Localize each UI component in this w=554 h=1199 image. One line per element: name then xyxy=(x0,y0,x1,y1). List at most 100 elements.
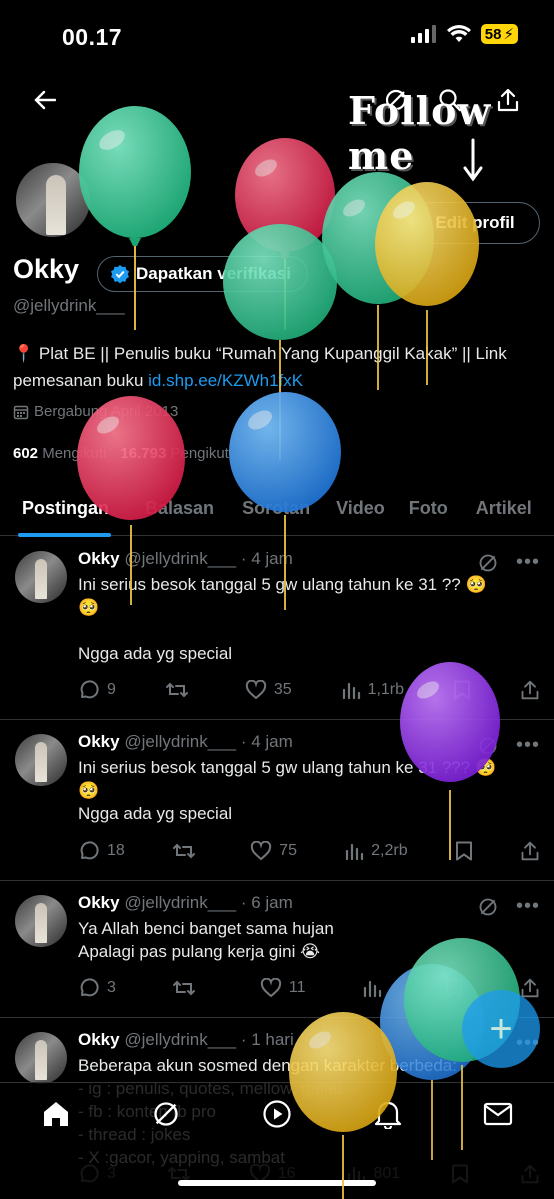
post-author[interactable]: Okky xyxy=(78,549,120,568)
repost-icon xyxy=(165,682,188,698)
search-nav-icon xyxy=(154,1101,179,1126)
post-header-actions: ••• xyxy=(478,895,540,918)
repost-button[interactable] xyxy=(165,680,196,700)
share-post-button[interactable] xyxy=(520,680,540,700)
nav-messages[interactable] xyxy=(483,1101,513,1132)
profile-handle: @jellydrink___ xyxy=(13,296,125,315)
like-count: 75 xyxy=(279,842,297,859)
views-button[interactable]: 2,2rb xyxy=(344,841,408,861)
views-button[interactable] xyxy=(362,978,389,998)
post-text[interactable]: Ini serius besok tanggal 5 gw ulang tahu… xyxy=(78,756,539,825)
mail-icon xyxy=(484,1102,513,1125)
reply-button[interactable]: 3 xyxy=(78,977,116,999)
bookmark-icon xyxy=(455,841,472,861)
nav-home[interactable] xyxy=(41,1099,71,1134)
like-button[interactable]: 11 xyxy=(260,978,306,998)
reply-button[interactable]: 9 xyxy=(78,679,116,701)
status-icons: 58 ⚡ xyxy=(410,24,518,44)
like-button[interactable]: 75 xyxy=(250,841,297,861)
post-author[interactable]: Okky xyxy=(78,893,120,912)
post-text[interactable]: Ini serius besok tanggal 5 gw ulang tahu… xyxy=(78,573,539,665)
profile-name: Okky xyxy=(13,254,80,284)
post-handle: @jellydrink___ xyxy=(124,1030,237,1049)
status-time: 00.17 xyxy=(62,24,123,50)
repost-button[interactable] xyxy=(172,978,203,998)
share-post-button[interactable] xyxy=(520,978,540,998)
tab-postingan[interactable]: Postingan xyxy=(0,480,129,537)
tab-balasan[interactable]: Balasan xyxy=(129,480,228,536)
grok-icon[interactable] xyxy=(478,897,498,917)
bell-icon xyxy=(374,1101,401,1130)
repost-icon xyxy=(172,843,195,859)
post-time: · 4 jam xyxy=(240,732,293,751)
post-avatar[interactable] xyxy=(15,1032,67,1084)
tab-artikel[interactable]: Artikel xyxy=(462,480,546,536)
tab-sorotan[interactable]: Sorotan xyxy=(228,480,324,536)
bookmark-icon xyxy=(453,680,470,700)
nav-video[interactable] xyxy=(262,1099,292,1134)
bookmark-icon xyxy=(446,978,463,998)
bookmark-button[interactable] xyxy=(455,841,473,861)
grok-icon[interactable] xyxy=(478,553,498,573)
post-avatar[interactable] xyxy=(15,895,67,947)
back-arrow-icon xyxy=(34,90,56,110)
post-text[interactable]: Ya Allah benci banget sama hujan Apalagi… xyxy=(78,917,539,963)
view-count: 1,1rb xyxy=(367,681,405,698)
post-handle: @jellydrink___ xyxy=(124,893,237,912)
play-icon xyxy=(263,1099,291,1128)
wifi-icon xyxy=(446,25,471,42)
edit-profile-button[interactable]: Edit profil xyxy=(410,202,540,244)
battery-level: 58 xyxy=(484,25,502,43)
like-icon xyxy=(260,978,282,998)
like-button[interactable]: 35 xyxy=(245,680,292,700)
charging-icon: ⚡ xyxy=(503,26,514,43)
tab-foto[interactable]: Foto xyxy=(399,480,462,536)
following-link[interactable]: 602 Mengikuti xyxy=(13,445,106,462)
post-header: Okky @jellydrink___ · 6 jam xyxy=(78,893,539,917)
home-icon xyxy=(43,1101,68,1126)
post-header: Okky @jellydrink___ · 4 jam xyxy=(78,549,539,573)
repost-button[interactable] xyxy=(172,841,203,861)
reply-count: 3 xyxy=(107,979,116,996)
share-icon xyxy=(521,841,539,861)
more-options-icon[interactable]: ••• xyxy=(516,734,540,757)
reply-count: 9 xyxy=(107,681,116,698)
post-time: · 6 jam xyxy=(240,893,293,912)
back-button[interactable] xyxy=(25,80,65,120)
compose-fab[interactable]: + xyxy=(462,990,540,1068)
bio-link[interactable]: id.shp.ee/KZWh1fxK xyxy=(148,371,303,390)
status-bar: 00.17 58 ⚡ xyxy=(0,0,554,70)
followers-link[interactable]: 16.793 Pengikut xyxy=(120,445,228,462)
nav-notifications[interactable] xyxy=(374,1099,402,1134)
more-options-icon[interactable]: ••• xyxy=(516,551,540,574)
reply-button[interactable]: 18 xyxy=(78,840,125,862)
like-icon xyxy=(245,680,266,700)
grok-icon[interactable] xyxy=(478,736,498,756)
view-count: 2,2rb xyxy=(371,842,408,859)
share-icon xyxy=(521,978,539,998)
share-post-button[interactable] xyxy=(520,841,540,861)
post-author[interactable]: Okky xyxy=(78,1030,120,1049)
get-verified-label: Dapatkan verifikasi xyxy=(136,264,291,283)
home-indicator xyxy=(178,1180,376,1186)
bookmark-button[interactable] xyxy=(445,978,463,998)
reply-count: 18 xyxy=(107,842,125,859)
more-options-icon[interactable]: ••• xyxy=(516,895,540,918)
views-icon xyxy=(363,980,382,998)
post-author[interactable]: Okky xyxy=(78,732,120,751)
post-avatar[interactable] xyxy=(15,734,67,786)
following-count: 602 xyxy=(13,445,39,462)
profile-avatar[interactable] xyxy=(13,160,93,240)
post-avatar[interactable] xyxy=(15,551,67,603)
post-item[interactable]: Okky @jellydrink___ · 4 jam Ini serius b… xyxy=(0,537,554,720)
views-button[interactable]: 1,1rb xyxy=(341,680,404,700)
nav-search[interactable] xyxy=(152,1100,180,1133)
following-label: Mengikuti xyxy=(42,445,107,462)
like-count: 11 xyxy=(288,979,306,996)
get-verified-button[interactable]: Dapatkan verifikasi xyxy=(97,256,308,292)
bookmark-button[interactable] xyxy=(453,680,471,700)
tab-video[interactable]: Video xyxy=(324,480,399,536)
post-item[interactable]: Okky @jellydrink___ · 4 jam Ini serius b… xyxy=(0,720,554,881)
post-item[interactable]: Okky @jellydrink___ · 6 jam Ya Allah ben… xyxy=(0,881,554,1018)
like-icon xyxy=(251,841,272,861)
